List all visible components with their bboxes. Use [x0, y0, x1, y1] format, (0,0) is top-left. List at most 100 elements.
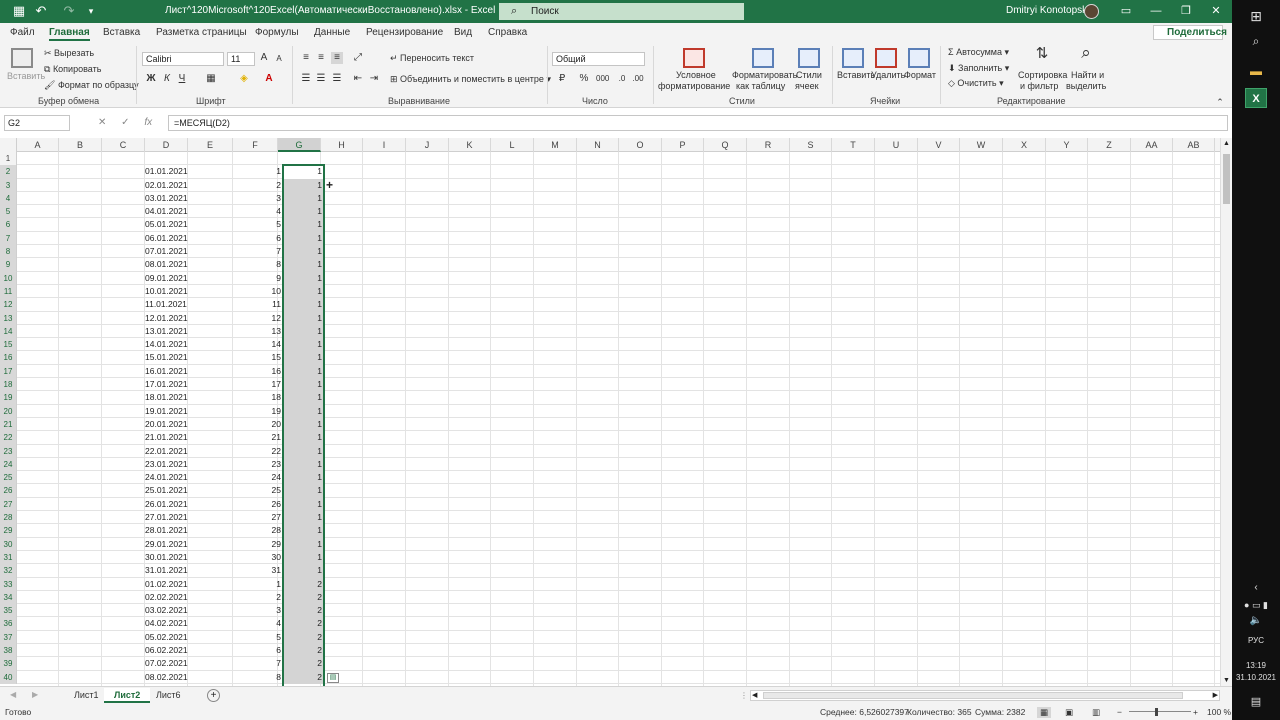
- tab-data[interactable]: Данные: [314, 27, 350, 38]
- wrap-text-button[interactable]: ↵ Переносить текст: [390, 53, 474, 64]
- cell-f[interactable]: 13: [236, 325, 281, 338]
- delete-cells-button[interactable]: Удалить: [871, 70, 905, 81]
- row-header[interactable]: 39: [0, 657, 17, 671]
- clear-button[interactable]: ◇ Очистить ▾: [948, 78, 1004, 89]
- row-header[interactable]: 3: [0, 178, 17, 192]
- sum-stat[interactable]: Сумма: 2382: [975, 707, 1025, 717]
- cell-g[interactable]: 1: [282, 537, 324, 551]
- find-select-icon[interactable]: ⌕: [1076, 44, 1096, 67]
- cell-f[interactable]: 8: [236, 671, 281, 684]
- underline-icon[interactable]: Ч: [176, 73, 188, 85]
- fill-color-icon[interactable]: ◈: [238, 73, 250, 85]
- column-header-i[interactable]: I: [363, 138, 406, 152]
- delete-cells-icon[interactable]: [875, 48, 897, 68]
- insert-cells-icon[interactable]: [842, 48, 864, 68]
- cell-g[interactable]: 1: [282, 564, 324, 578]
- cell-d[interactable]: 05.02.2021: [145, 631, 193, 644]
- name-box[interactable]: G2: [4, 115, 70, 131]
- cell-d[interactable]: 08.01.2021: [145, 258, 193, 271]
- cell-g[interactable]: 2: [282, 617, 324, 631]
- column-header-v[interactable]: V: [918, 138, 960, 152]
- conditional-format-label-2[interactable]: форматирование: [658, 81, 730, 92]
- cell-d[interactable]: 20.01.2021: [145, 418, 193, 431]
- vertical-scrollbar[interactable]: ▲ ▼: [1220, 138, 1232, 686]
- column-header-c[interactable]: C: [102, 138, 145, 152]
- tab-help[interactable]: Справка: [488, 27, 527, 38]
- cell-f[interactable]: 31: [236, 564, 281, 577]
- prev-sheet-icon[interactable]: ◀: [10, 690, 16, 699]
- zoom-slider[interactable]: [1129, 711, 1191, 712]
- column-header-p[interactable]: P: [662, 138, 704, 152]
- cell-d[interactable]: 19.01.2021: [145, 405, 193, 418]
- cell-f[interactable]: [236, 152, 281, 165]
- column-header-x[interactable]: X: [1003, 138, 1046, 152]
- cell-d[interactable]: 15.01.2021: [145, 351, 193, 364]
- cell-g[interactable]: 1: [282, 284, 324, 299]
- column-header-l[interactable]: L: [491, 138, 534, 152]
- cell-g[interactable]: 2: [282, 643, 324, 658]
- cell-d[interactable]: 02.01.2021: [145, 179, 193, 192]
- cell-f[interactable]: 9: [236, 272, 281, 285]
- cell-f[interactable]: 3: [236, 192, 281, 205]
- cell-f[interactable]: 4: [236, 617, 281, 630]
- cell-f[interactable]: 18: [236, 391, 281, 404]
- cell-f[interactable]: 1: [236, 578, 281, 591]
- cell-g[interactable]: 1: [282, 245, 324, 259]
- row-header[interactable]: 14: [0, 324, 17, 339]
- row-header[interactable]: 17: [0, 364, 17, 379]
- cell-f[interactable]: 7: [236, 245, 281, 258]
- cell-f[interactable]: 21: [236, 431, 281, 444]
- cell-d[interactable]: 11.01.2021: [145, 298, 193, 311]
- clock-time[interactable]: 13:19: [1232, 661, 1280, 670]
- column-header-m[interactable]: M: [534, 138, 577, 152]
- number-format-combo[interactable]: Общий: [552, 52, 645, 66]
- tab-split-icon[interactable]: ⋮: [740, 691, 748, 700]
- find-select-label-2[interactable]: выделить: [1066, 81, 1106, 92]
- cell-f[interactable]: 30: [236, 551, 281, 564]
- undo-icon[interactable]: ↶: [32, 3, 50, 19]
- cell-d[interactable]: 02.02.2021: [145, 591, 193, 604]
- next-sheet-icon[interactable]: ▶: [32, 690, 38, 699]
- cell-d[interactable]: 04.02.2021: [145, 617, 193, 630]
- language-indicator[interactable]: РУС: [1232, 636, 1280, 645]
- row-header[interactable]: 35: [0, 604, 17, 618]
- cell-f[interactable]: 16: [236, 365, 281, 378]
- sheet-tab-6[interactable]: Лист6: [146, 688, 191, 703]
- column-header-d[interactable]: D: [145, 138, 188, 152]
- cell-f[interactable]: 26: [236, 498, 281, 511]
- cell-d[interactable]: 06.01.2021: [145, 232, 193, 245]
- cell-g[interactable]: 1: [282, 231, 324, 246]
- cell-g[interactable]: 1: [282, 311, 324, 325]
- cell-g[interactable]: 1: [282, 178, 324, 192]
- cell-f[interactable]: 8: [236, 258, 281, 271]
- cell-f[interactable]: 17: [236, 378, 281, 391]
- normal-view-icon[interactable]: ▦: [1037, 707, 1052, 718]
- cell-g[interactable]: 2: [282, 590, 324, 605]
- cell-f[interactable]: 23: [236, 458, 281, 471]
- cell-f[interactable]: 24: [236, 471, 281, 484]
- column-header-s[interactable]: S: [790, 138, 832, 152]
- cell-g[interactable]: 1: [282, 391, 324, 405]
- cell-g[interactable]: 1: [282, 165, 324, 179]
- cell-g[interactable]: 2: [282, 657, 324, 671]
- bold-icon[interactable]: Ж: [145, 73, 157, 85]
- excel-taskbar-icon[interactable]: X: [1245, 88, 1267, 108]
- cell-f[interactable]: 28: [236, 524, 281, 537]
- cell-f[interactable]: 10: [236, 285, 281, 298]
- column-header-e[interactable]: E: [188, 138, 233, 152]
- autosum-button[interactable]: Σ Автосумма ▾: [948, 47, 1009, 58]
- row-header[interactable]: 31: [0, 550, 17, 565]
- zoom-level[interactable]: 100 %: [1207, 707, 1231, 717]
- row-header[interactable]: 4: [0, 191, 17, 206]
- autofill-options-icon[interactable]: ▤: [327, 673, 339, 683]
- column-header-j[interactable]: J: [406, 138, 449, 152]
- enter-icon[interactable]: ✓: [121, 117, 129, 128]
- sheet-tab-2[interactable]: Лист2: [104, 688, 151, 703]
- cell-g[interactable]: 1: [282, 271, 324, 285]
- close-icon[interactable]: ✕: [1206, 3, 1226, 19]
- cell-f[interactable]: 6: [236, 232, 281, 245]
- row-header[interactable]: 34: [0, 590, 17, 605]
- column-header-w[interactable]: W: [960, 138, 1003, 152]
- cell-g[interactable]: 1: [282, 338, 324, 352]
- cell-f[interactable]: 11: [236, 298, 281, 311]
